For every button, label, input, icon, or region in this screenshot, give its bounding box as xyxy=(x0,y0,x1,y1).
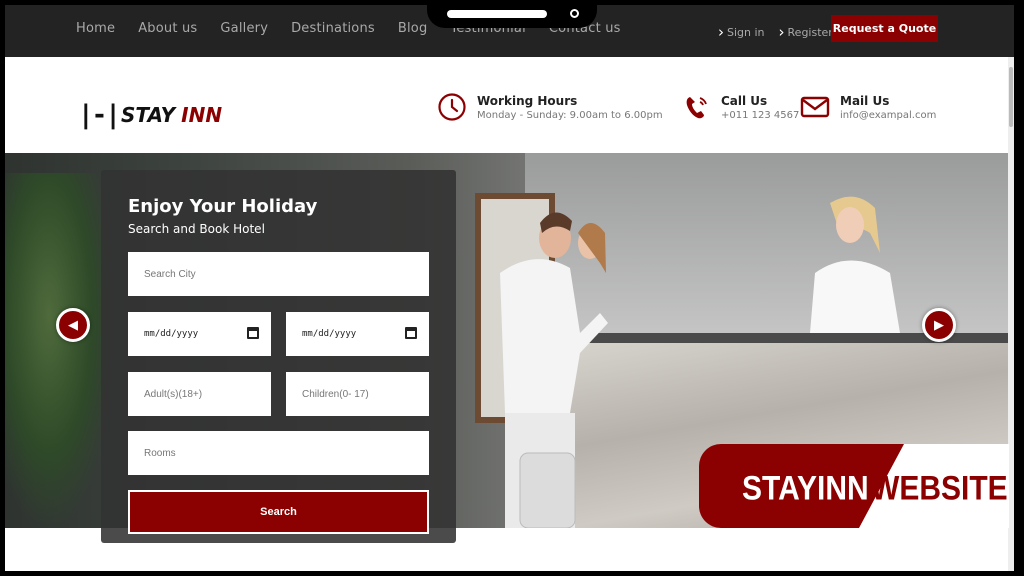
sign-in-link[interactable]: Sign in xyxy=(718,22,765,40)
notch-speaker xyxy=(447,10,547,18)
nav-gallery[interactable]: Gallery xyxy=(220,21,268,36)
search-city-input[interactable]: Search City xyxy=(128,252,429,296)
booking-subtitle: Search and Book Hotel xyxy=(128,222,265,236)
adults-input[interactable]: Adult(s)(18+) xyxy=(128,372,271,416)
call-us-title: Call Us xyxy=(721,93,768,108)
working-hours-text: Monday - Sunday: 9.00am to 6.00pm xyxy=(477,109,663,121)
scrollbar-thumb[interactable] xyxy=(1009,67,1013,127)
register-link[interactable]: Register xyxy=(779,22,833,40)
booking-title: Enjoy Your Holiday xyxy=(128,196,318,217)
search-button[interactable]: Search xyxy=(128,490,429,534)
notch-camera xyxy=(570,9,579,18)
slider-next-arrow[interactable]: ▶ xyxy=(922,308,956,342)
site-header: |-| STAY INN Working Hours Monday - Sund… xyxy=(5,57,1014,153)
logo-mark: |-| xyxy=(78,100,121,130)
device-notch xyxy=(427,0,597,28)
banner-text-website: WEBSITE xyxy=(871,469,1008,508)
logo-stay-text: STAY xyxy=(120,103,176,127)
mail-icon xyxy=(800,96,830,118)
logo-inn-text: INN xyxy=(181,103,223,127)
nav-destinations[interactable]: Destinations xyxy=(291,21,375,36)
working-hours-info: Working Hours Monday - Sunday: 9.00am to… xyxy=(437,92,663,122)
mail-us-title: Mail Us xyxy=(840,93,890,108)
calendar-icon[interactable] xyxy=(405,327,417,339)
check-in-date-input[interactable]: mm/dd/yyyy xyxy=(128,312,271,356)
phone-icon xyxy=(686,97,707,119)
receptionist-image xyxy=(810,196,900,333)
site-logo[interactable]: |-| STAY INN xyxy=(78,100,222,130)
banner-text-stayinn: STAYINN xyxy=(742,469,869,508)
request-quote-button[interactable]: Request a Quote xyxy=(831,15,938,42)
mail-us-address[interactable]: info@exampal.com xyxy=(840,110,936,121)
slider-prev-arrow[interactable]: ◀ xyxy=(56,308,90,342)
working-hours-title: Working Hours xyxy=(477,93,578,108)
nav-blog[interactable]: Blog xyxy=(398,21,428,36)
check-out-date-input[interactable]: mm/dd/yyyy xyxy=(286,312,429,356)
call-us-info: Call Us +011 123 4567 xyxy=(681,92,799,122)
booking-form-panel: Enjoy Your Holiday Search and Book Hotel… xyxy=(101,170,456,543)
clock-icon xyxy=(438,93,466,121)
mail-us-info: Mail Us info@exampal.com xyxy=(800,92,936,122)
auth-links: Sign in Register xyxy=(718,22,833,40)
guest-couple-image xyxy=(500,212,608,528)
nav-about-us[interactable]: About us xyxy=(138,21,197,36)
nav-home[interactable]: Home xyxy=(76,21,115,36)
children-input[interactable]: Children(0- 17) xyxy=(286,372,429,416)
rooms-input[interactable]: Rooms xyxy=(128,431,429,475)
stayinn-website-banner: STAYINN WEBSITE xyxy=(699,444,1009,528)
check-in-date-value: mm/dd/yyyy xyxy=(144,329,199,339)
check-out-date-value: mm/dd/yyyy xyxy=(302,329,357,339)
call-us-number[interactable]: +011 123 4567 xyxy=(721,110,799,121)
plant-image xyxy=(5,173,115,528)
calendar-icon[interactable] xyxy=(247,327,259,339)
